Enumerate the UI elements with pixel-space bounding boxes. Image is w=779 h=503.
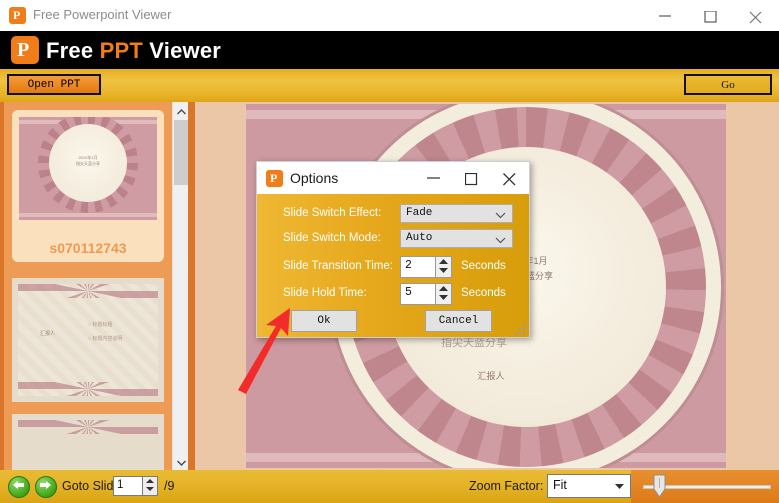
dialog-title-bar: P Options xyxy=(256,161,530,194)
hold-time-stepper[interactable] xyxy=(435,284,451,304)
window-maximize-button[interactable] xyxy=(689,0,734,31)
thumbnail-text-line2: 指尖天蓝分享 xyxy=(49,161,127,167)
thumbnail-floral-bottom xyxy=(18,382,158,396)
dialog-body: Slide Switch Effect: Fade Slide Switch M… xyxy=(256,194,530,338)
stepper-up-icon xyxy=(146,479,154,483)
zoom-slider-thumb[interactable] xyxy=(653,474,666,498)
thumbnail-item-1[interactable]: 2010年1月 指尖天蓝分享 s070112743 xyxy=(12,110,164,262)
options-dialog[interactable]: P Options Slide Switch Effect: Fade Slid… xyxy=(256,161,530,338)
scrollbar-thumb[interactable] xyxy=(174,120,188,185)
dialog-app-icon: P xyxy=(266,170,283,187)
switch-mode-combobox[interactable]: Auto xyxy=(400,229,513,248)
label-switch-effect: Slide Switch Effect: xyxy=(283,207,381,219)
thumbnail-heading-2: 汇报人 xyxy=(40,330,55,337)
thumbnail-floral-top-3 xyxy=(18,420,158,434)
thumbnail-scrollbar[interactable] xyxy=(172,102,189,470)
stepper-down-icon xyxy=(146,487,154,491)
total-slides-label: /9 xyxy=(164,479,174,493)
transition-time-spinner[interactable]: 2 xyxy=(400,256,452,278)
hold-time-unit: Seconds xyxy=(461,287,506,299)
chevron-down-icon xyxy=(495,237,506,244)
switch-effect-combobox[interactable]: Fade xyxy=(400,204,513,223)
arrow-right-icon xyxy=(39,481,53,493)
label-switch-mode: Slide Switch Mode: xyxy=(283,232,381,244)
slide-footer: 汇报人 xyxy=(461,369,521,382)
transition-time-value: 2 xyxy=(405,259,412,272)
brand-word-viewer: Viewer xyxy=(143,38,221,63)
thumbnail-art-3 xyxy=(12,414,164,470)
chevron-down-icon xyxy=(615,484,624,490)
main-toolbar: Open PPT Go xyxy=(0,69,779,102)
dialog-maximize-button[interactable] xyxy=(453,162,491,194)
brand-bar: P Free PPT Viewer xyxy=(0,31,779,69)
transition-time-unit: Seconds xyxy=(461,260,506,272)
next-slide-button[interactable] xyxy=(35,476,57,498)
thumbnail-art-2: 汇报人 ○ 标题标题 ○ 标题内容说明 xyxy=(12,278,164,402)
zoom-factor-label: Zoom Factor: xyxy=(469,479,543,493)
dialog-ok-button[interactable]: Ok xyxy=(291,310,357,332)
thumbnail-item-2[interactable]: 汇报人 ○ 标题标题 ○ 标题内容说明 xyxy=(12,278,164,402)
hold-time-spinner[interactable]: 5 xyxy=(400,283,452,305)
scroll-down-icon[interactable] xyxy=(173,453,189,470)
thumbnail-item-3[interactable] xyxy=(12,414,164,470)
label-transition-time: Slide Transition Time: xyxy=(283,260,393,272)
hold-time-value: 5 xyxy=(405,286,412,299)
previous-slide-button[interactable] xyxy=(8,476,30,498)
scroll-up-icon[interactable] xyxy=(173,102,189,119)
stepper-up-icon xyxy=(439,259,448,264)
switch-effect-value: Fade xyxy=(406,207,432,219)
resize-grip-icon[interactable] xyxy=(514,323,526,335)
window-title-bar: P Free Powerpoint Viewer xyxy=(0,0,779,32)
window-close-button[interactable] xyxy=(734,0,779,31)
window-minimize-button[interactable] xyxy=(644,0,689,31)
zoom-factor-select[interactable]: Fit xyxy=(547,474,631,498)
brand-title: Free PPT Viewer xyxy=(46,38,221,64)
panel-divider xyxy=(188,102,195,470)
stepper-up-icon xyxy=(439,286,448,291)
label-hold-time: Slide Hold Time: xyxy=(283,287,367,299)
goto-slide-stepper[interactable] xyxy=(142,477,157,495)
dialog-cancel-button[interactable]: Cancel xyxy=(425,310,492,332)
ppt-app-icon: P xyxy=(9,7,26,24)
chevron-down-icon xyxy=(495,212,506,219)
dialog-title: Options xyxy=(290,170,338,186)
stepper-down-icon xyxy=(439,295,448,300)
stepper-down-icon xyxy=(439,268,448,273)
thumbnail-band-bottom xyxy=(19,213,157,217)
transition-time-stepper[interactable] xyxy=(435,257,451,277)
dialog-close-button[interactable] xyxy=(491,162,529,194)
goto-slide-value: 1 xyxy=(117,479,123,491)
window-title: Free Powerpoint Viewer xyxy=(33,7,172,22)
brand-word-ppt: PPT xyxy=(100,38,143,63)
switch-mode-value: Auto xyxy=(406,232,432,244)
zoom-factor-value: Fit xyxy=(553,478,567,492)
thumbnail-label-1: s070112743 xyxy=(12,240,164,256)
goto-slide-input[interactable]: 1 xyxy=(113,476,158,496)
go-button[interactable]: Go xyxy=(684,74,772,95)
thumbnail-floral-top xyxy=(18,284,158,298)
dialog-minimize-button[interactable] xyxy=(415,162,453,194)
thumbnail-image-1: 2010年1月 指尖天蓝分享 xyxy=(19,117,157,220)
open-ppt-button[interactable]: Open PPT xyxy=(7,74,101,95)
brand-logo-icon: P xyxy=(11,36,39,64)
slide-thumbnail-panel[interactable]: 2010年1月 指尖天蓝分享 s070112743 汇报人 ○ 标题标题 ○ 标… xyxy=(4,102,172,470)
brand-word-free: Free xyxy=(46,38,100,63)
application-window: P Free Powerpoint Viewer P Free PPT View… xyxy=(0,0,779,503)
arrow-left-icon xyxy=(12,481,26,493)
